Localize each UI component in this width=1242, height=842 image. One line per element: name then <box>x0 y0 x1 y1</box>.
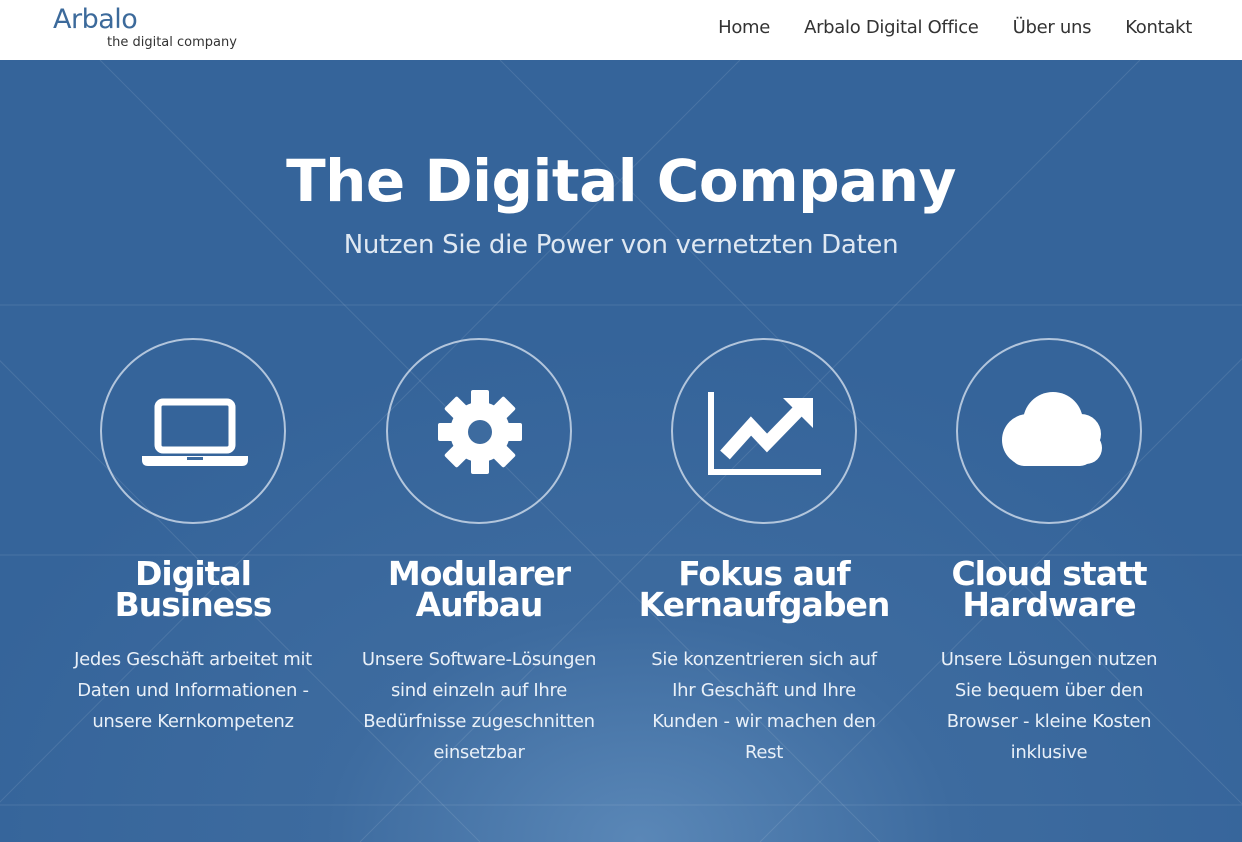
feature-icon-circle <box>100 338 286 524</box>
feature-icon-circle <box>386 338 572 524</box>
feature-title: Cloud statt Hardware <box>899 557 1199 624</box>
gear-icon <box>438 390 522 474</box>
logo-tagline: the digital company <box>107 35 237 50</box>
nav-digital-office[interactable]: Arbalo Digital Office <box>804 16 979 40</box>
logo-name: Arbalo <box>53 4 138 35</box>
feature-title: Digital Business <box>43 557 343 624</box>
feature-icon-circle <box>671 338 857 524</box>
feature-title-line2: Kernaufgaben <box>638 585 891 624</box>
feature-text: Sie konzentrieren sich auf Ihr Geschäft … <box>651 649 877 763</box>
feature-text: Unsere Lösungen nutzen Sie bequem über d… <box>940 649 1158 763</box>
cloud-icon <box>1002 392 1102 466</box>
main-nav: Home Arbalo Digital Office Über uns Kont… <box>718 16 1192 40</box>
feature-text: Jedes Geschäft arbeitet mit Daten und In… <box>74 649 312 732</box>
laptop-icon <box>142 398 248 466</box>
nav-contact[interactable]: Kontakt <box>1125 16 1192 40</box>
nav-home[interactable]: Home <box>718 16 770 40</box>
top-navbar: Arbalo the digital company Home Arbalo D… <box>0 0 1242 60</box>
hero-section: The Digital Company Nutzen Sie die Power… <box>0 60 1242 842</box>
feature-title-line2: Hardware <box>962 585 1136 624</box>
feature-title: Modularer Aufbau <box>329 557 629 624</box>
feature-title-line2: Aufbau <box>415 585 544 624</box>
feature-title-line2: Business <box>114 585 273 624</box>
nav-about[interactable]: Über uns <box>1013 16 1092 40</box>
trending-chart-icon <box>708 392 821 475</box>
feature-title: Fokus auf Kernaufgaben <box>614 557 914 624</box>
feature-text: Unsere Software-Lösungen sind einzeln au… <box>361 649 597 763</box>
logo-link[interactable]: Arbalo the digital company <box>53 4 237 50</box>
hero-subtitle: Nutzen Sie die Power von vernetzten Date… <box>343 230 899 260</box>
feature-icon-circle <box>956 338 1142 524</box>
hero-title: The Digital Company <box>286 147 956 215</box>
